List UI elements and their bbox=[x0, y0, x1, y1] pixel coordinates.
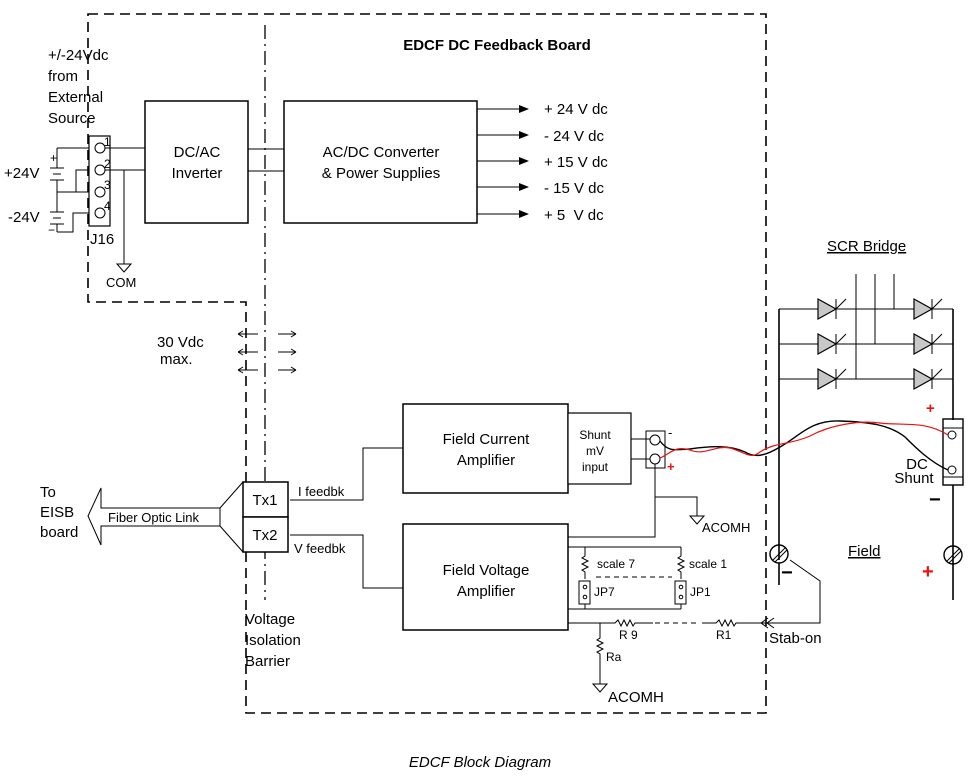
shunt-acomh-wire bbox=[654, 464, 698, 516]
svg-text:+/-24Vdc: +/-24Vdc bbox=[48, 47, 109, 64]
inverter-to-converter-wire bbox=[248, 148, 284, 172]
svg-text:1: 1 bbox=[104, 135, 111, 149]
i-feedback-label: I feedbk bbox=[298, 484, 345, 499]
svg-text:+: + bbox=[667, 459, 675, 474]
fiber-taper bbox=[219, 481, 244, 553]
svg-text:DC/AC: DC/AC bbox=[174, 144, 221, 161]
jp1-label[interactable]: JP1 bbox=[690, 585, 711, 599]
svg-text:Isolation: Isolation bbox=[245, 632, 301, 649]
battery-negative-24v: -24V − bbox=[8, 192, 64, 237]
svg-text:4: 4 bbox=[104, 199, 111, 213]
svg-text:AC/DC Converter: AC/DC Converter bbox=[323, 144, 440, 161]
ra-label: Ra bbox=[606, 650, 622, 664]
output-plus-24: + 24 V dc bbox=[544, 101, 608, 118]
svg-text:from: from bbox=[48, 68, 78, 85]
svg-text:Amplifier: Amplifier bbox=[457, 583, 515, 600]
output-minus-15: - 15 V dc bbox=[544, 180, 605, 197]
shunt-input-wires bbox=[630, 413, 650, 484]
scale7-label: scale 7 bbox=[597, 557, 635, 571]
svg-text:input: input bbox=[582, 460, 609, 474]
field-label: Field bbox=[848, 543, 881, 560]
max-voltage-label-2: max. bbox=[160, 351, 193, 368]
svg-text:board: board bbox=[40, 524, 78, 541]
shunt-to-fva-wire bbox=[568, 497, 656, 538]
field-terminal-positive[interactable]: + bbox=[922, 545, 963, 583]
acomh-label-bottom: ACOMH bbox=[608, 689, 664, 706]
r9-label: R 9 bbox=[619, 628, 638, 642]
scr-bridge bbox=[778, 274, 954, 560]
v-feedback-label: V feedbk bbox=[294, 541, 346, 556]
ac-dc-converter-block: AC/DC Converter & Power Supplies bbox=[283, 100, 478, 224]
field-voltage-amplifier-block: Field Voltage Amplifier bbox=[402, 523, 569, 631]
shunt-sense-twisted-pair bbox=[659, 420, 949, 471]
shunt-minus-sign: − bbox=[929, 489, 941, 511]
acomh-label-top: ACOMH bbox=[702, 520, 750, 535]
eisb-destination-label: To EISB board bbox=[40, 484, 78, 541]
svg-text:-: - bbox=[668, 425, 672, 440]
shunt-plus-sign: + bbox=[926, 400, 935, 417]
output-plus-15: + 15 V dc bbox=[544, 154, 608, 171]
dc-ac-inverter-block: DC/AC Inverter bbox=[144, 100, 249, 224]
scr-bridge-title: SCR Bridge bbox=[827, 238, 906, 255]
field-current-amplifier-block: Field Current Amplifier bbox=[402, 403, 569, 494]
board-title: EDCF DC Feedback Board bbox=[403, 37, 591, 54]
svg-text:To: To bbox=[40, 484, 56, 501]
svg-text:Stab-on: Stab-on bbox=[769, 630, 822, 647]
j16-connector[interactable]: 1 2 3 4 J16 bbox=[88, 135, 114, 248]
output-minus-24: - 24 V dc bbox=[544, 128, 605, 145]
r1-label: R1 bbox=[716, 628, 732, 642]
svg-text:Shunt: Shunt bbox=[579, 428, 611, 442]
svg-text:Field Voltage: Field Voltage bbox=[443, 562, 530, 579]
svg-text:−: − bbox=[48, 223, 55, 237]
svg-text:Field Current: Field Current bbox=[443, 431, 531, 448]
svg-text:Fiber Optic Link: Fiber Optic Link bbox=[108, 510, 200, 525]
edcf-block-diagram: EDCF DC Feedback Board +/-24Vdc from Ext… bbox=[4, 13, 964, 771]
output-plus-5: + 5 V dc bbox=[544, 207, 604, 224]
com-ground-icon bbox=[115, 263, 133, 273]
tx1-transmitter: Tx1 bbox=[242, 481, 289, 518]
j16-label: J16 bbox=[90, 231, 114, 248]
shunt-mv-input-block: Shunt mV input bbox=[567, 412, 632, 485]
tx2-transmitter: Tx2 bbox=[242, 516, 289, 553]
figure-caption: EDCF Block Diagram bbox=[409, 754, 551, 771]
svg-text:Amplifier: Amplifier bbox=[457, 452, 515, 469]
svg-text:Tx1: Tx1 bbox=[252, 492, 277, 509]
svg-text:External: External bbox=[48, 89, 103, 106]
svg-text:−: − bbox=[781, 562, 793, 584]
voltage-isolation-barrier-label: Voltage Isolation Barrier bbox=[245, 611, 301, 670]
svg-text:+24V: +24V bbox=[4, 165, 39, 182]
svg-text:& Power Supplies: & Power Supplies bbox=[322, 165, 440, 182]
svg-text:+: + bbox=[922, 561, 934, 583]
svg-text:Inverter: Inverter bbox=[172, 165, 223, 182]
scale1-label: scale 1 bbox=[689, 557, 727, 571]
svg-text:Source: Source bbox=[48, 110, 96, 127]
svg-text:3: 3 bbox=[104, 178, 111, 192]
supply-outputs: + 24 V dc - 24 V dc + 15 V dc - 15 V dc … bbox=[477, 101, 608, 224]
svg-text:-24V: -24V bbox=[8, 209, 40, 226]
fiber-optic-link-arrow[interactable]: Fiber Optic Link bbox=[87, 487, 221, 546]
svg-text:Voltage: Voltage bbox=[245, 611, 295, 628]
svg-text:Tx2: Tx2 bbox=[252, 527, 277, 544]
field-terminal-negative[interactable]: − bbox=[769, 544, 793, 585]
svg-text:2: 2 bbox=[104, 157, 111, 171]
svg-text:EISB: EISB bbox=[40, 504, 74, 521]
resistor-divider: R 9 R1 Ra ACOMH bbox=[568, 618, 760, 706]
battery-positive-24v: +24V + bbox=[4, 148, 64, 192]
svg-text:Shunt: Shunt bbox=[894, 470, 934, 487]
svg-text:Barrier: Barrier bbox=[245, 653, 290, 670]
max-voltage-label: 30 Vdc bbox=[157, 334, 204, 351]
svg-text:+: + bbox=[50, 151, 57, 165]
jp7-label[interactable]: JP7 bbox=[594, 585, 615, 599]
svg-text:mV: mV bbox=[586, 444, 604, 458]
scale-network: scale 7 scale 1 JP7 JP1 bbox=[568, 546, 727, 610]
external-source-label: +/-24Vdc from External Source bbox=[48, 47, 109, 127]
com-label: COM bbox=[106, 275, 136, 290]
